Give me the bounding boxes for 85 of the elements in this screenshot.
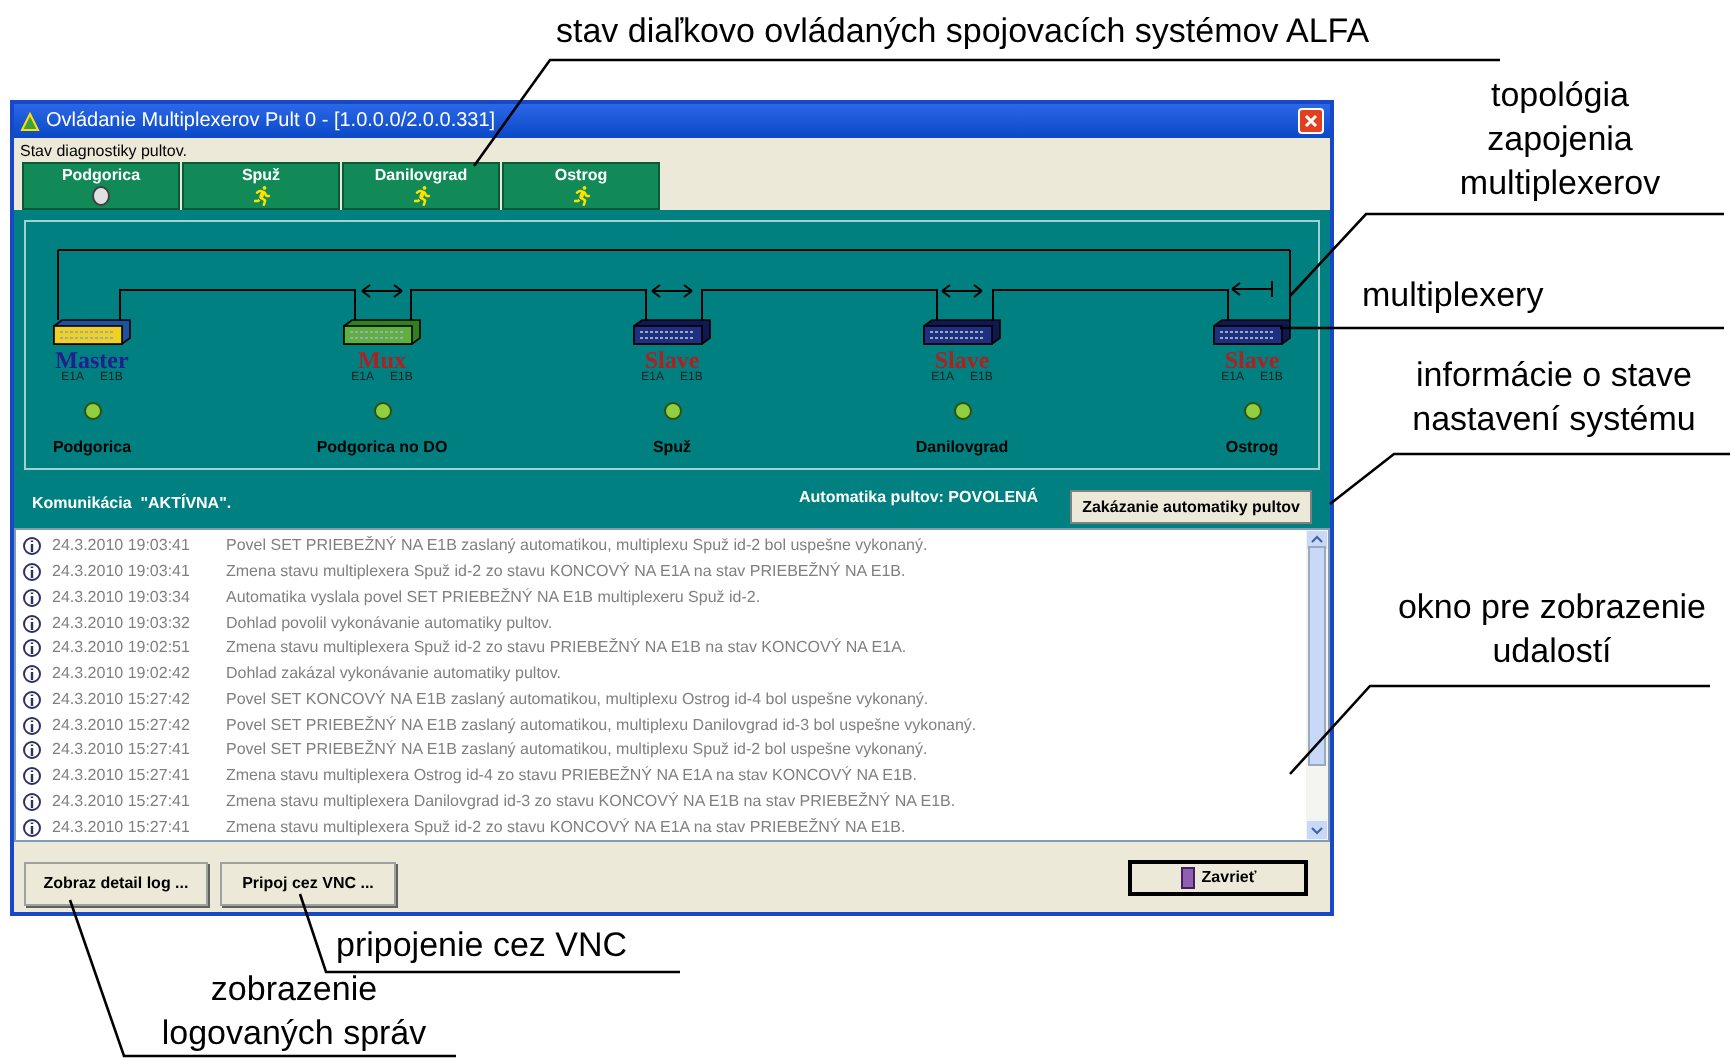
multiplexer-device-icon [52, 318, 132, 346]
location-label: Danilovgrad [915, 436, 1009, 460]
location-label: Spuž [652, 436, 692, 460]
callout-text: stav diaľkovo ovládaných spojovacích systémov ALFA [556, 12, 1370, 54]
multiplexer-device-icon [922, 318, 1002, 346]
multiplexer-device-icon [1212, 318, 1292, 346]
callout-text: multiplexery [1362, 274, 1546, 318]
log-time: 24.3.2010 15:27:41 [52, 738, 192, 763]
close-window-button[interactable]: Zavrieť [1128, 859, 1308, 895]
callout-text: pripojenie cez VNC [336, 924, 630, 968]
log-message: Povel SET PRIEBEŽNÝ NA E1B zaslaný automatikou, multiplexu Spuž id-2 bol uspešne vykonaný. [226, 534, 928, 559]
info-icon [22, 638, 42, 659]
disc-icon [92, 186, 110, 206]
log-time: 24.3.2010 19:03:32 [52, 611, 192, 636]
close-icon [1304, 114, 1318, 128]
info-icon [22, 715, 42, 736]
door-icon [1179, 865, 1196, 889]
log-message: Povel SET KONCOVÝ NA E1B zaslaný automatikou, multiplexu Ostrog id-4 bol uspešne vykonaný. [226, 687, 929, 712]
log-message: Zmena stavu multiplexera Spuž id-2 zo stavu PRIEBEŽNÝ NA E1B na stav KONCOVÝ NA E1A. [226, 636, 907, 661]
info-icon [22, 587, 42, 608]
log-message: Dohlad povolil vykonávanie automatiky pultov. [226, 611, 553, 636]
multiplexer-device-icon [342, 318, 422, 346]
log-time: 24.3.2010 15:27:42 [52, 687, 192, 712]
info-icon [22, 791, 42, 812]
callout-text: okno pre zobrazenie udalostí [1395, 586, 1709, 674]
location-label: Ostrog [1225, 436, 1279, 460]
app-icon [20, 111, 40, 131]
scroll-down-icon[interactable] [1306, 820, 1328, 840]
log-time: 24.3.2010 19:02:51 [52, 636, 192, 661]
log-time: 24.3.2010 15:27:41 [52, 815, 192, 840]
automation-status: Automatika pultov: POVOLENÁ [799, 485, 1039, 509]
log-time: 24.3.2010 19:03:41 [52, 560, 192, 585]
log-time: 24.3.2010 19:02:42 [52, 662, 192, 687]
info-icon [22, 562, 42, 583]
communication-status: Komunikácia "AKTÍVNA". [32, 491, 232, 515]
device-role-label: Master [55, 348, 129, 372]
disable-automation-button[interactable]: Zakázanie automatiky pultov [1070, 490, 1312, 524]
log-message: Povel SET PRIEBEŽNÝ NA E1B zaslaný automatikou, multiplexu Danilovgrad id-3 bol uspešne vykonaný. [226, 713, 977, 738]
double-arrow-icon [940, 284, 984, 298]
info-icon [22, 536, 42, 557]
status-label: Stav diagnostiky pultov. [18, 140, 189, 162]
info-icon [22, 613, 42, 634]
log-message: Automatika vyslala povel SET PRIEBEŽNÝ NA E1B multiplexeru Spuž id-2. [226, 585, 761, 610]
running-person-icon [411, 186, 431, 206]
vnc-connect-button[interactable]: Pripoj cez VNC ... [220, 861, 396, 905]
close-button[interactable] [1298, 108, 1324, 134]
callout-text: zobrazenie logovaných správ [159, 968, 429, 1056]
log-message: Zmena stavu multiplexera Spuž id-2 zo stavu KONCOVÝ NA E1A na stav PRIEBEŽNÝ NA E1B. [226, 815, 906, 840]
running-person-icon [571, 186, 591, 206]
console-status-tab[interactable]: Ostrog [502, 162, 660, 210]
log-message: Zmena stavu multiplexera Spuž id-2 zo stavu KONCOVÝ NA E1A na stav PRIEBEŽNÝ NA E1B. [226, 560, 906, 585]
log-time: 24.3.2010 19:03:34 [52, 585, 192, 610]
info-icon [22, 766, 42, 787]
scrollbar-thumb[interactable] [1308, 545, 1326, 765]
log-message: Povel SET PRIEBEŽNÝ NA E1B zaslaný automatikou, multiplexu Spuž id-2 bol uspešne vykonaný. [226, 738, 928, 763]
end-arrow-icon [1230, 280, 1274, 298]
log-time: 24.3.2010 19:03:41 [52, 534, 192, 559]
window-title: Ovládanie Multiplexerov Pult 0 - [1.0.0.0/2.0.0.331] [46, 108, 496, 136]
location-label: Podgorica no DO [316, 436, 448, 460]
console-status-tab[interactable]: Danilovgrad [342, 162, 500, 210]
log-time: 24.3.2010 15:27:41 [52, 764, 192, 789]
device-role-label: Slave [934, 348, 990, 372]
console-status-tab[interactable]: Podgorica [22, 162, 180, 210]
log-message: Zmena stavu multiplexera Ostrog id-4 zo stavu PRIEBEŽNÝ NA E1A na stav KONCOVÝ NA E1B. [226, 764, 917, 789]
device-role-label: Slave [1224, 348, 1280, 372]
log-time: 24.3.2010 15:27:41 [52, 789, 192, 814]
scroll-up-icon[interactable] [1306, 530, 1328, 550]
info-icon [22, 740, 42, 761]
scrollbar[interactable] [1306, 530, 1328, 840]
detail-log-button[interactable]: Zobraz detail log ... [24, 861, 208, 905]
info-icon [22, 689, 42, 710]
console-status-tab[interactable]: Spuž [182, 162, 340, 210]
running-person-icon [251, 186, 271, 206]
double-arrow-icon [360, 284, 404, 298]
log-message: Zmena stavu multiplexera Danilovgrad id-3 zo stavu KONCOVÝ NA E1B na stav PRIEBEŽNÝ NA E1B. [226, 789, 956, 814]
device-role-label: Mux [358, 348, 406, 372]
info-icon [22, 664, 42, 685]
callout-text: topológia zapojenia multiplexerov [1457, 74, 1663, 206]
location-label: Podgorica [52, 436, 132, 460]
double-arrow-icon [650, 284, 694, 298]
multiplexer-device-icon [632, 318, 712, 346]
callout-text: informácie o stave nastavení systému [1410, 354, 1698, 442]
device-role-label: Slave [644, 348, 700, 372]
log-time: 24.3.2010 15:27:42 [52, 713, 192, 738]
log-message: Dohlad zakázal vykonávanie automatiky pultov. [226, 662, 561, 687]
